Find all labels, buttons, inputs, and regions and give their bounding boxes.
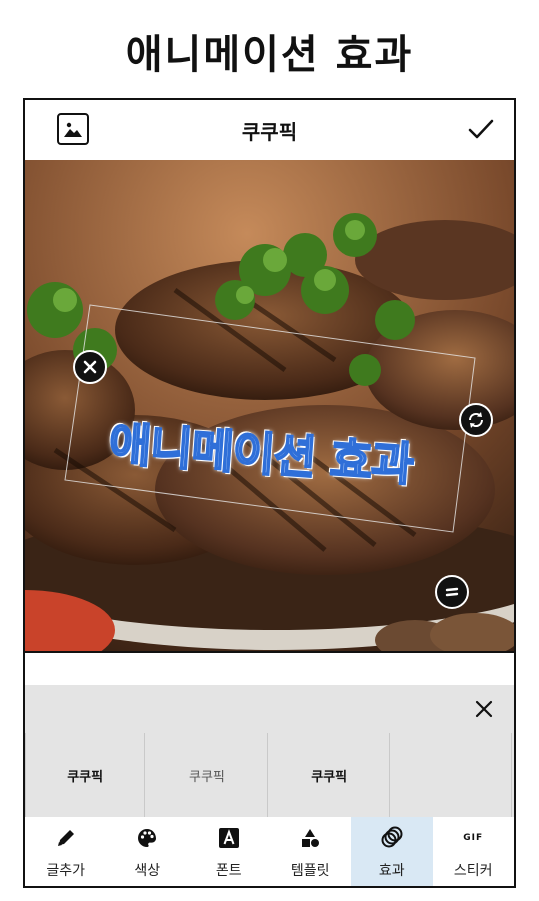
- delete-text-handle[interactable]: [73, 350, 107, 384]
- effect-preset-1[interactable]: 쿠쿠픽: [25, 733, 146, 817]
- tab-template[interactable]: 템플릿: [270, 817, 352, 886]
- rotate-icon: [468, 412, 484, 428]
- check-icon: [468, 119, 494, 139]
- tab-color[interactable]: 색상: [107, 817, 189, 886]
- phone-frame: 쿠쿠픽 애니메이션 효과 쿠쿠픽 쿠쿠픽 쿠쿠픽 글추가 색상 폰트 템플릿 효…: [23, 98, 516, 888]
- font-icon: [218, 827, 239, 848]
- effect-preset-2[interactable]: 쿠쿠픽: [147, 733, 268, 817]
- tab-label: 효과: [378, 862, 405, 879]
- rotate-text-handle[interactable]: [459, 403, 493, 437]
- app-title: 쿠쿠픽: [241, 119, 298, 144]
- gif-icon: GIF: [463, 832, 484, 843]
- page-banner-title: 애니메이션 효과: [125, 32, 414, 78]
- tab-label: 템플릿: [290, 862, 330, 879]
- pencil-icon: [57, 829, 74, 846]
- tab-label: 색상: [134, 862, 161, 879]
- shapes-icon: [302, 828, 320, 847]
- tab-sticker[interactable]: GIF 스티커: [433, 817, 515, 886]
- equals-icon: [445, 587, 459, 597]
- bottom-tab-bar: 글추가 색상 폰트 템플릿 효과 GIF 스티커: [25, 817, 515, 886]
- food-photo: [25, 160, 514, 651]
- tab-font[interactable]: 폰트: [188, 817, 270, 886]
- image-picker-button[interactable]: [57, 113, 89, 145]
- rings-icon: [381, 826, 403, 847]
- spacer-area: [25, 651, 514, 685]
- tab-label: 글추가: [46, 862, 86, 879]
- palette-icon: [138, 828, 157, 847]
- effect-preset-3[interactable]: 쿠쿠픽: [269, 733, 390, 817]
- tab-effect[interactable]: 효과: [351, 817, 433, 886]
- close-icon: [475, 700, 493, 718]
- photo-canvas[interactable]: 애니메이션 효과: [25, 160, 514, 651]
- top-bar: 쿠쿠픽: [25, 100, 514, 160]
- image-icon: [64, 122, 82, 137]
- tab-label: 폰트: [215, 862, 242, 879]
- tab-add-text[interactable]: 글추가: [25, 817, 107, 886]
- resize-text-handle[interactable]: [435, 575, 469, 609]
- tab-label: 스티커: [453, 862, 493, 879]
- effect-presets: 쿠쿠픽 쿠쿠픽 쿠쿠픽: [25, 733, 514, 817]
- confirm-button[interactable]: [466, 114, 496, 144]
- close-panel-button[interactable]: [470, 695, 498, 723]
- close-icon: [83, 360, 97, 374]
- effect-preset-4[interactable]: [391, 733, 513, 817]
- effect-panel-header: [25, 685, 514, 733]
